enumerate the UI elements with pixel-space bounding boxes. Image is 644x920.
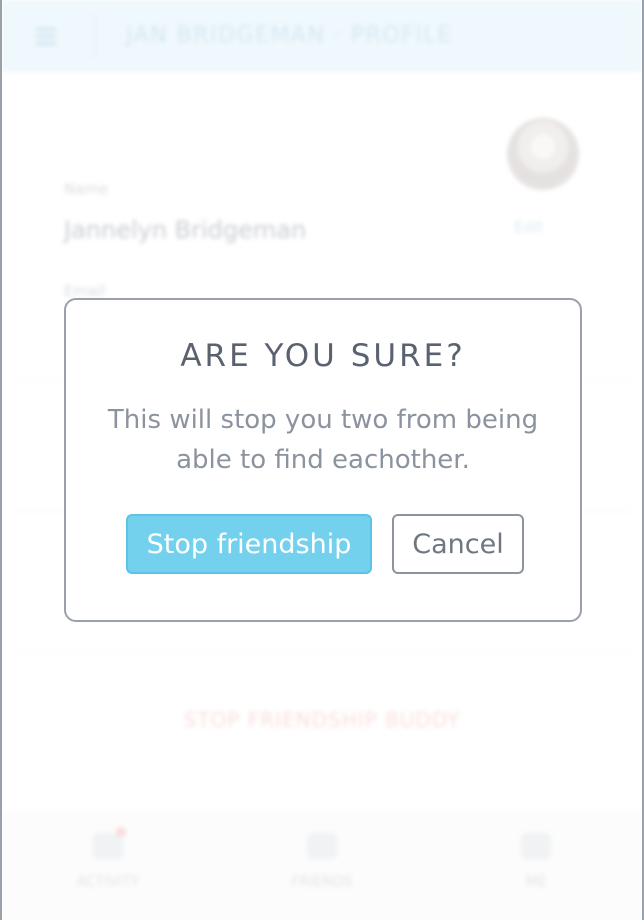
stop-friendship-button[interactable]: Stop friendship [126, 514, 372, 574]
dialog-message: This will stop you two from being able t… [107, 405, 539, 475]
app-window: JAN BRIDGEMAN · PROFILE Edit Name Jannel… [0, 0, 644, 920]
confirm-dialog: ARE YOU SURE? This will stop you two fro… [64, 298, 582, 622]
cancel-button[interactable]: Cancel [392, 514, 524, 574]
dialog-title: ARE YOU SURE? [180, 338, 466, 374]
